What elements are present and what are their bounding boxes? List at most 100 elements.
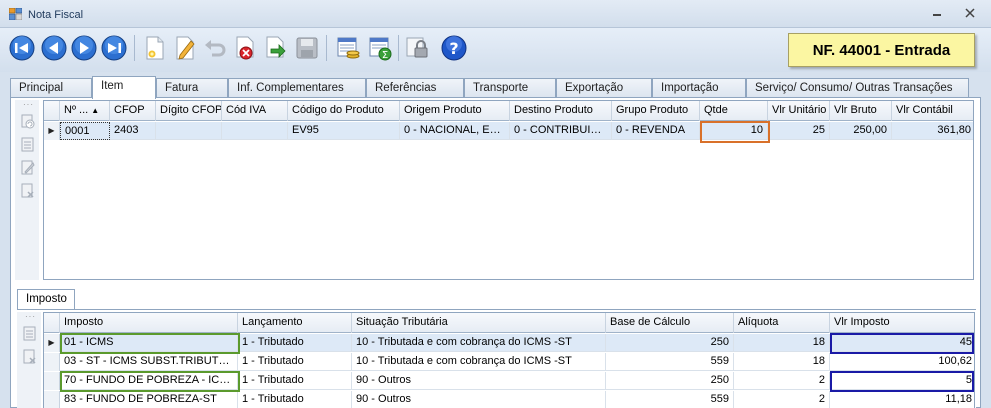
tab-exportacao[interactable]: Exportação	[556, 78, 652, 98]
cell-situacao-tributaria[interactable]: 90 - Outros	[352, 372, 606, 390]
highlight-vlr-fundo-pobreza	[830, 371, 974, 392]
col-header-vlr-imposto[interactable]: Vlr Imposto	[830, 313, 974, 333]
col-header-origem-produto[interactable]: Origem Produto	[400, 101, 510, 121]
items-grid-header: Nº ... ▲ CFOP Dígito CFOP Cód IVA Código…	[44, 101, 973, 121]
delete-tax-icon[interactable]	[23, 349, 37, 364]
col-header-cod-iva[interactable]: Cód IVA	[222, 101, 288, 121]
edit-button[interactable]	[171, 34, 199, 62]
col-header-lancamento[interactable]: Lançamento	[238, 313, 352, 333]
undo-button[interactable]	[201, 34, 229, 62]
cell-origem-produto[interactable]: 0 - NACIONAL, EX...	[400, 122, 510, 140]
previous-record-button[interactable]	[40, 34, 68, 62]
col-header-vlr-contabil[interactable]: Vlr Contábil	[892, 101, 973, 121]
cell-cfop[interactable]: 2403	[110, 122, 156, 140]
cell-digito-cfop[interactable]	[156, 122, 222, 140]
next-record-button[interactable]	[70, 34, 98, 62]
new-button[interactable]	[141, 34, 169, 62]
tab-item[interactable]: Item	[92, 76, 156, 99]
invoice-badge: NF. 44001 - Entrada	[788, 33, 975, 67]
cell-grupo-produto[interactable]: 0 - REVENDA	[612, 122, 700, 140]
cell-lancamento[interactable]: 1 - Tributado	[238, 391, 352, 408]
edit-item-icon[interactable]	[21, 160, 35, 175]
confirm-button[interactable]	[261, 34, 289, 62]
tab-imposto[interactable]: Imposto	[17, 289, 75, 310]
cell-vlr-imposto[interactable]: 100,62	[830, 353, 974, 371]
col-header-cfop[interactable]: CFOP	[110, 101, 156, 121]
list-tax-icon[interactable]	[23, 326, 37, 341]
cell-aliquota[interactable]: 2	[734, 391, 830, 408]
tax-grid: Imposto Lançamento Situação Tributária B…	[43, 312, 975, 408]
cell-aliquota[interactable]: 18	[734, 353, 830, 371]
help-button[interactable]: ?	[440, 34, 468, 62]
row-selector	[44, 372, 60, 390]
cell-lancamento[interactable]: 1 - Tributado	[238, 353, 352, 371]
cell-destino-produto[interactable]: 0 - CONTRIBUIN...	[510, 122, 612, 140]
tab-fatura[interactable]: Fatura	[156, 78, 228, 98]
highlight-qtde	[700, 121, 770, 143]
col-header-digito-cfop[interactable]: Dígito CFOP	[156, 101, 222, 121]
col-header-aliquota[interactable]: Alíquota	[734, 313, 830, 333]
col-header-codigo-produto[interactable]: Código do Produto	[288, 101, 400, 121]
cell-lancamento[interactable]: 1 - Tributado	[238, 334, 352, 352]
first-record-icon	[9, 35, 35, 61]
calculate-tax-icon: Σ	[369, 37, 392, 61]
delete-button[interactable]	[231, 34, 259, 62]
cell-numero[interactable]: 0001	[60, 122, 110, 140]
cell-base-calculo[interactable]: 559	[606, 353, 734, 371]
refresh-item-icon[interactable]	[21, 114, 35, 129]
col-header-qtde[interactable]: Qtde	[700, 101, 768, 121]
cell-vlr-unitario[interactable]: 25	[768, 122, 830, 140]
cell-lancamento[interactable]: 1 - Tributado	[238, 372, 352, 390]
cell-vlr-bruto[interactable]: 250,00	[830, 122, 892, 140]
save-button[interactable]	[293, 34, 321, 62]
cell-base-calculo[interactable]: 559	[606, 391, 734, 408]
tab-referencias[interactable]: Referências	[366, 78, 464, 98]
cell-imposto[interactable]: 83 - FUNDO DE POBREZA-ST	[60, 391, 238, 408]
cell-aliquota[interactable]: 18	[734, 334, 830, 352]
cell-situacao-tributaria[interactable]: 10 - Tributada e com cobrança do ICMS -S…	[352, 353, 606, 371]
undo-icon	[205, 40, 226, 57]
cell-aliquota[interactable]: 2	[734, 372, 830, 390]
tab-inf-complementares[interactable]: Inf. Complementares	[228, 78, 366, 98]
calculate-tax-button[interactable]: Σ	[366, 34, 394, 62]
col-header-situacao-tributaria[interactable]: Situação Tributária	[352, 313, 606, 333]
tab-servico-consumo[interactable]: Serviço/ Consumo/ Outras Transações	[746, 78, 969, 98]
col-header-destino-produto[interactable]: Destino Produto	[510, 101, 612, 121]
col-header-vlr-unitario[interactable]: Vlr Unitário	[768, 101, 830, 121]
next-record-icon	[71, 35, 97, 61]
col-header-base-calculo[interactable]: Base de Cálculo	[606, 313, 734, 333]
first-record-button[interactable]	[8, 34, 36, 62]
table-row[interactable]: ▶ 0001 2403 EV95 0 - NACIONAL, EX... 0 -…	[44, 122, 973, 140]
calculate-button[interactable]	[334, 34, 362, 62]
delete-item-icon[interactable]	[21, 183, 35, 198]
tax-panel: ··· Imposto Lançamento Situação Tributár…	[17, 309, 976, 408]
table-row[interactable]: 83 - FUNDO DE POBREZA-ST 1 - Tributado 9…	[44, 391, 974, 408]
cell-base-calculo[interactable]: 250	[606, 372, 734, 390]
cell-base-calculo[interactable]: 250	[606, 334, 734, 352]
cell-vlr-imposto[interactable]: 11,18	[830, 391, 974, 408]
cell-situacao-tributaria[interactable]: 90 - Outros	[352, 391, 606, 408]
cell-imposto[interactable]: 03 - ST - ICMS SUBST.TRIBUTÁRIA	[60, 353, 238, 371]
tab-principal[interactable]: Principal	[10, 78, 92, 98]
col-header-vlr-bruto[interactable]: Vlr Bruto	[830, 101, 892, 121]
col-header-grupo-produto[interactable]: Grupo Produto	[612, 101, 700, 121]
close-button[interactable]	[962, 7, 978, 21]
table-row[interactable]: 03 - ST - ICMS SUBST.TRIBUTÁRIA 1 - Trib…	[44, 353, 974, 371]
list-item-icon[interactable]	[21, 137, 35, 152]
items-grid: Nº ... ▲ CFOP Dígito CFOP Cód IVA Código…	[43, 100, 974, 280]
item-panel: ··· Nº ... ▲ CFOP Dígito CFOP Cód IVA Có…	[10, 97, 981, 408]
col-header-numero[interactable]: Nº ... ▲	[60, 101, 110, 121]
lock-button[interactable]	[403, 34, 431, 62]
svg-text:Σ: Σ	[382, 50, 388, 61]
tab-transporte[interactable]: Transporte	[464, 78, 556, 98]
cell-situacao-tributaria[interactable]: 10 - Tributada e com cobrança do ICMS -S…	[352, 334, 606, 352]
cell-cod-iva[interactable]	[222, 122, 288, 140]
sort-ascending-icon: ▲	[91, 106, 100, 115]
cell-vlr-contabil[interactable]: 361,80	[892, 122, 973, 140]
cell-codigo-produto[interactable]: EV95	[288, 122, 400, 140]
tab-importacao[interactable]: Importação	[652, 78, 746, 98]
col-header-imposto[interactable]: Imposto	[60, 313, 238, 333]
minimize-button[interactable]	[929, 7, 945, 21]
last-record-button[interactable]	[100, 34, 128, 62]
row-selector-header	[44, 101, 60, 121]
